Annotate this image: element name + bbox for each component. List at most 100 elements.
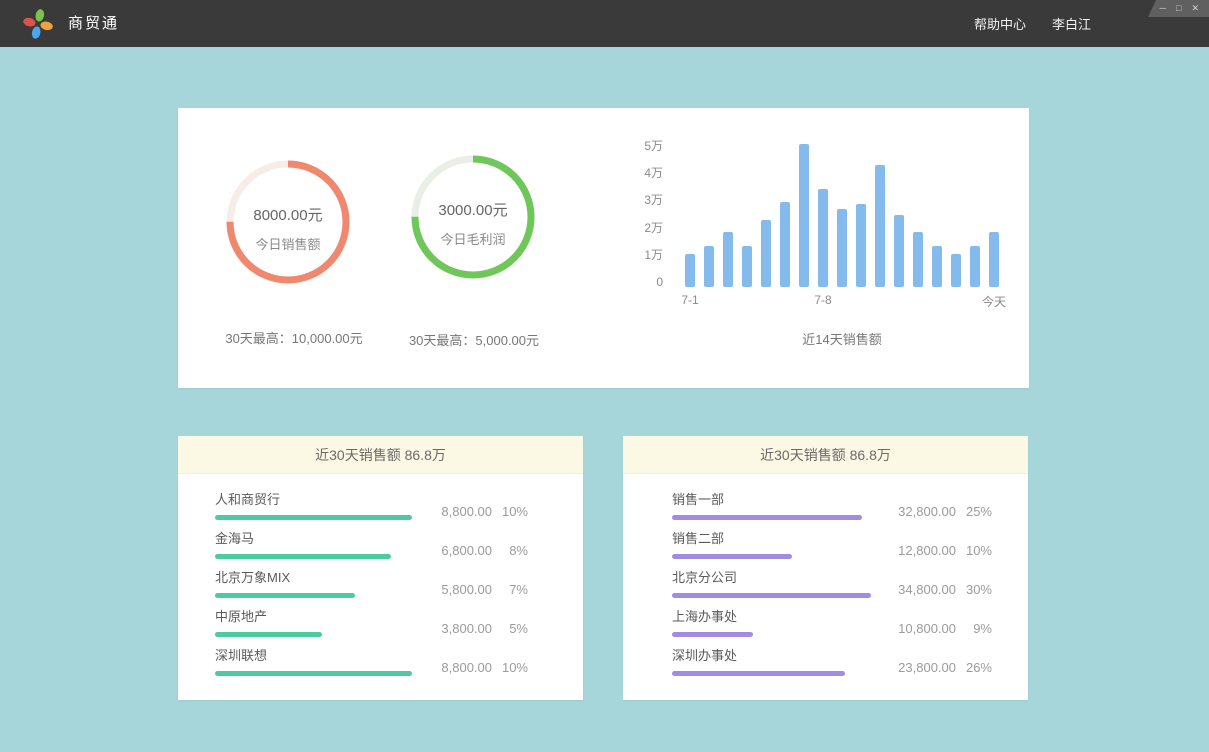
bar xyxy=(704,246,714,287)
amount-value: 8,800.00 xyxy=(422,504,492,519)
list-item: 金海马6,800.008% xyxy=(215,531,528,570)
percent-value: 10% xyxy=(956,543,992,558)
donut-center-text: 3000.00元 今日毛利润 xyxy=(403,147,543,287)
ranking-title: 近30天销售额 86.8万 xyxy=(760,445,891,465)
bar xyxy=(856,204,866,287)
bar xyxy=(799,144,809,287)
percent-value: 8% xyxy=(492,543,528,558)
bar xyxy=(837,209,847,287)
amount-value: 8,800.00 xyxy=(422,660,492,675)
progress-bar xyxy=(215,593,355,598)
ranking-header: 近30天销售额 86.8万 xyxy=(623,436,1028,474)
today-profit-value: 3000.00元 xyxy=(438,199,507,220)
row-values: 32,800.0025% xyxy=(886,504,992,519)
today-sales-value: 8000.00元 xyxy=(253,204,322,225)
app-title: 商贸通 xyxy=(68,0,119,47)
today-sales-caption: 今日销售额 xyxy=(255,234,320,253)
amount-value: 32,800.00 xyxy=(886,504,956,519)
progress-bar xyxy=(672,554,792,559)
list-item: 人和商贸行8,800.0010% xyxy=(215,492,528,531)
list-item: 上海办事处10,800.009% xyxy=(672,609,992,648)
minimize-button[interactable]: ─ xyxy=(1160,4,1166,13)
amount-value: 23,800.00 xyxy=(886,660,956,675)
bar xyxy=(894,215,904,287)
row-values: 23,800.0026% xyxy=(886,660,992,675)
customer-sales-ranking-card: 近30天销售额 86.8万 人和商贸行8,800.0010%金海马6,800.0… xyxy=(178,436,583,700)
bar xyxy=(913,232,923,287)
list-item: 中原地产3,800.005% xyxy=(215,609,528,648)
profit-30d-max: 30天最高：5,000.00元 xyxy=(362,330,586,349)
today-profit-donut: 3000.00元 今日毛利润 xyxy=(403,147,543,287)
bar xyxy=(818,189,828,287)
amount-value: 6,800.00 xyxy=(422,543,492,558)
today-sales-donut: 8000.00元 今日销售额 xyxy=(218,152,358,292)
help-center-link[interactable]: 帮助中心 xyxy=(974,14,1026,33)
progress-bar xyxy=(672,515,862,520)
sales-14d-bar-chart: 近14天销售额 5万 4万 3万 2万 1万 0 7-1 7-8 今天 xyxy=(630,125,1030,365)
row-values: 8,800.0010% xyxy=(422,660,528,675)
row-values: 6,800.008% xyxy=(422,543,528,558)
today-profit-caption: 今日毛利润 xyxy=(440,229,505,248)
percent-value: 7% xyxy=(492,582,528,597)
bar xyxy=(970,246,980,287)
user-menu[interactable]: 李白江 xyxy=(1052,14,1091,33)
bar xyxy=(723,232,733,287)
bar xyxy=(932,246,942,287)
bar xyxy=(761,220,771,287)
ranking-title: 近30天销售额 86.8万 xyxy=(315,445,446,465)
row-values: 34,800.0030% xyxy=(886,582,992,597)
y-axis-tick: 0 xyxy=(630,275,663,289)
bar xyxy=(685,254,695,287)
row-values: 8,800.0010% xyxy=(422,504,528,519)
amount-value: 34,800.00 xyxy=(886,582,956,597)
y-axis-tick: 3万 xyxy=(630,193,663,207)
progress-bar xyxy=(215,632,322,637)
list-item: 北京分公司34,800.0030% xyxy=(672,570,992,609)
row-values: 12,800.0010% xyxy=(886,543,992,558)
bar xyxy=(989,232,999,287)
y-axis-tick: 2万 xyxy=(630,221,663,235)
progress-bar xyxy=(215,671,412,676)
percent-value: 10% xyxy=(492,660,528,675)
progress-bar xyxy=(672,671,845,676)
bar xyxy=(780,202,790,287)
list-item: 深圳联想8,800.0010% xyxy=(215,648,528,687)
percent-value: 9% xyxy=(956,621,992,636)
ranking-header: 近30天销售额 86.8万 xyxy=(178,436,583,474)
y-axis-tick: 4万 xyxy=(630,166,663,180)
titlebar: 商贸通 帮助中心 李白江 ─ □ ✕ xyxy=(0,0,1209,47)
amount-value: 10,800.00 xyxy=(886,621,956,636)
ranking-list: 销售一部32,800.0025%销售二部12,800.0010%北京分公司34,… xyxy=(623,474,1028,687)
amount-value: 12,800.00 xyxy=(886,543,956,558)
progress-bar xyxy=(672,632,753,637)
y-axis-tick: 1万 xyxy=(630,248,663,262)
row-values: 3,800.005% xyxy=(422,621,528,636)
list-item: 深圳办事处23,800.0026% xyxy=(672,648,992,687)
row-values: 10,800.009% xyxy=(886,621,992,636)
close-button[interactable]: ✕ xyxy=(1191,4,1199,13)
bar xyxy=(951,254,961,287)
bar xyxy=(875,165,885,287)
list-item: 销售一部32,800.0025% xyxy=(672,492,992,531)
titlebar-nav: 帮助中心 李白江 xyxy=(974,0,1091,47)
bar-chart-title: 近14天销售额 xyxy=(685,329,999,348)
summary-card: 8000.00元 今日销售额 30天最高：10,000.00元 3000.00元… xyxy=(178,108,1029,388)
progress-bar xyxy=(215,515,412,520)
percent-value: 30% xyxy=(956,582,992,597)
window-controls: ─ □ ✕ xyxy=(1143,0,1209,17)
y-axis-tick: 5万 xyxy=(630,139,663,153)
progress-bar xyxy=(672,593,871,598)
row-values: 5,800.007% xyxy=(422,582,528,597)
amount-value: 3,800.00 xyxy=(422,621,492,636)
percent-value: 10% xyxy=(492,504,528,519)
amount-value: 5,800.00 xyxy=(422,582,492,597)
list-item: 北京万象MIX5,800.007% xyxy=(215,570,528,609)
x-axis-tick: 7-1 xyxy=(660,293,720,307)
x-axis-tick: 今天 xyxy=(964,293,1024,310)
bar xyxy=(742,246,752,287)
maximize-button[interactable]: □ xyxy=(1176,4,1181,13)
department-sales-ranking-card: 近30天销售额 86.8万 销售一部32,800.0025%销售二部12,800… xyxy=(623,436,1028,700)
x-axis-tick: 7-8 xyxy=(793,293,853,307)
percent-value: 26% xyxy=(956,660,992,675)
percent-value: 25% xyxy=(956,504,992,519)
